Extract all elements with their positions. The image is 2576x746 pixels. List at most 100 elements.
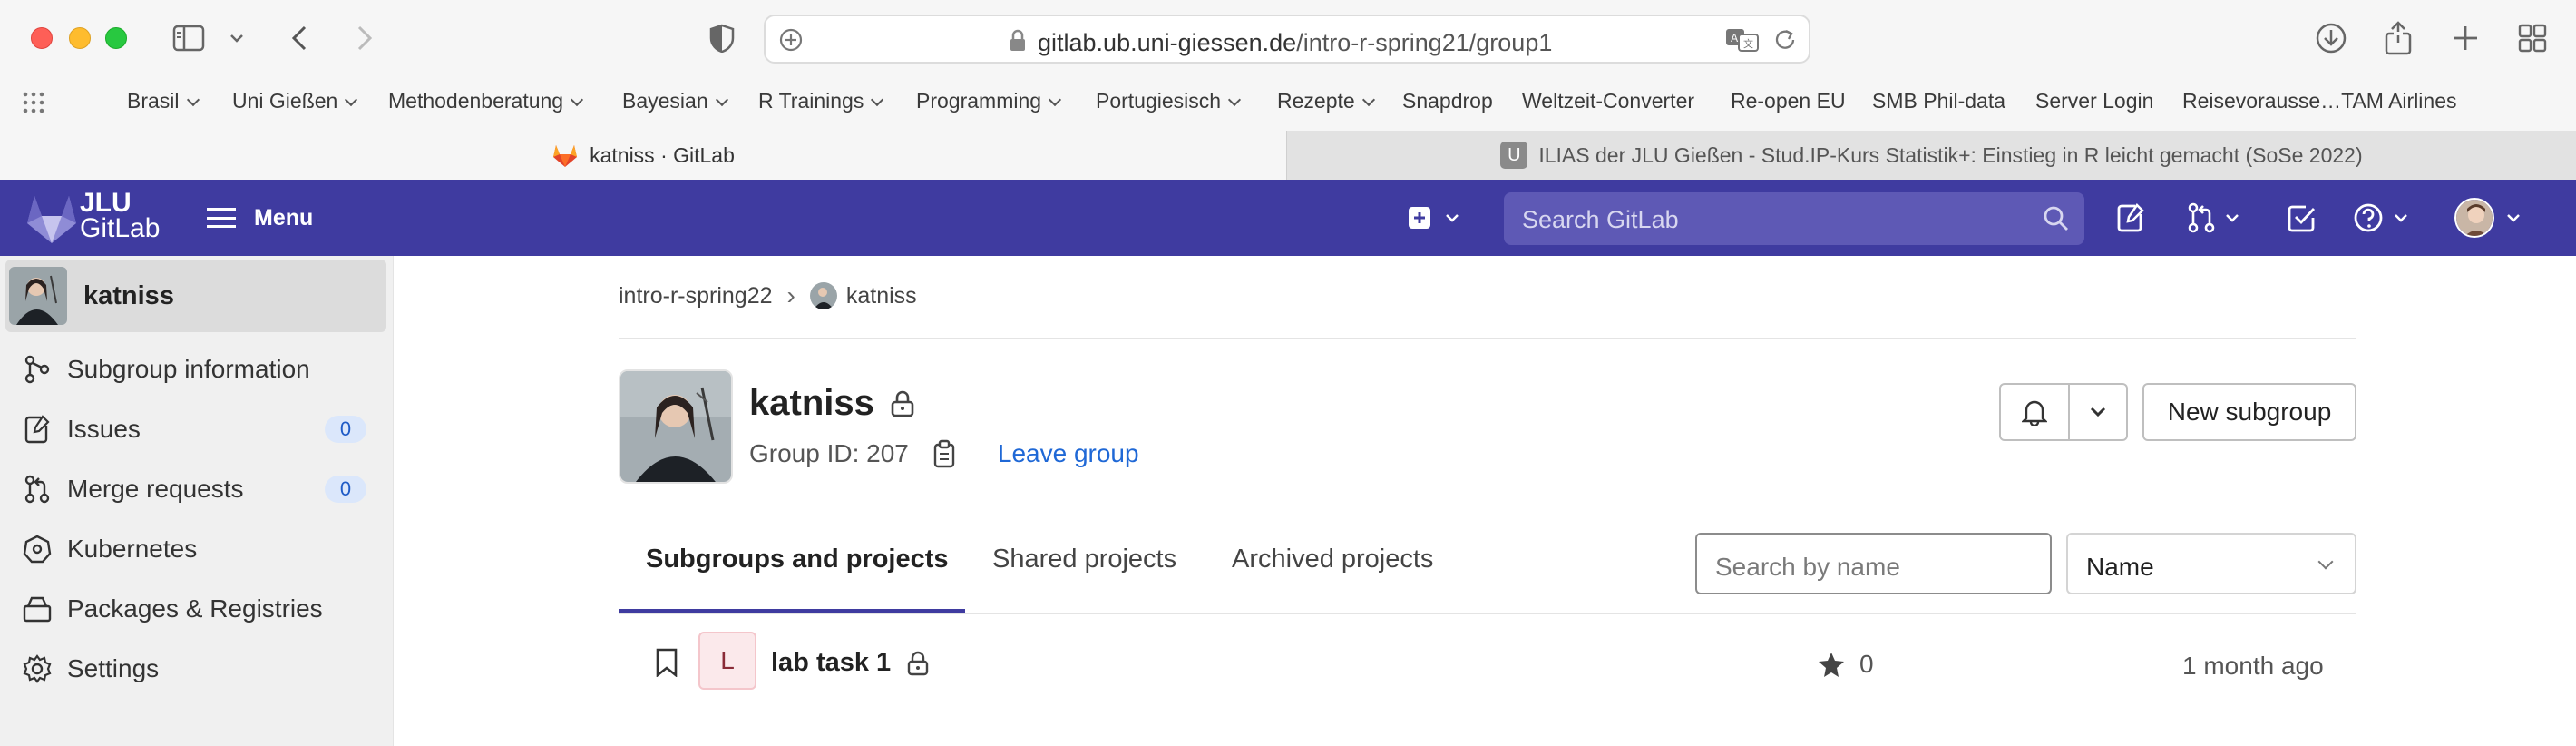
chevron-down-icon [2507, 214, 2520, 222]
sidebar-item-subgroup-information[interactable]: Subgroup information [0, 341, 394, 398]
address-bar[interactable]: gitlab.ub.uni-giessen.de/intro-r-spring2… [764, 15, 1810, 64]
sidebar-menu-chevron-icon[interactable] [223, 18, 250, 58]
tab-gitlab[interactable]: katniss · GitLab [0, 131, 1286, 180]
reload-icon[interactable] [1772, 27, 1798, 57]
bookmark-r-trainings[interactable]: R Trainings [758, 89, 884, 113]
search-gitlab-input[interactable]: Search GitLab [1504, 192, 2084, 245]
chevron-down-icon [2395, 214, 2407, 222]
privacy-shield-icon[interactable] [706, 18, 738, 58]
sidebar-item-settings[interactable]: Settings [0, 641, 394, 697]
bookmark-bayesian[interactable]: Bayesian [622, 89, 728, 113]
subgroup-icon [22, 354, 53, 385]
window-minimize-button[interactable] [69, 27, 91, 49]
back-icon[interactable] [283, 18, 316, 58]
star-icon [1819, 653, 1844, 677]
new-subgroup-button[interactable]: New subgroup [2142, 383, 2356, 441]
group-avatar-large [619, 369, 733, 484]
breadcrumb: intro-r-spring22 › katniss [619, 281, 917, 310]
gitlab-header: JLU GitLab Menu Search GitLab [0, 180, 2576, 256]
project-name-link[interactable]: lab task 1 [771, 648, 929, 678]
sidebar-item-merge-requests[interactable]: Merge requests 0 [0, 461, 394, 517]
copy-id-icon[interactable] [932, 439, 958, 468]
bookmark-reisevoraussetzungen[interactable]: Reisevorausse…TAM Airlines [2182, 89, 2457, 113]
group-meta: Group ID: 207 Leave group [749, 439, 1139, 468]
chevron-down-icon [871, 93, 884, 107]
new-tab-icon[interactable] [2445, 18, 2485, 58]
user-avatar [2454, 198, 2494, 238]
forward-icon[interactable] [348, 18, 381, 58]
todos-header-icon[interactable] [2288, 200, 2317, 236]
sidebar-item-issues[interactable]: Issues 0 [0, 401, 394, 457]
project-stars: 0 [1818, 650, 1874, 679]
project-avatar: L [698, 632, 756, 690]
sidebar-item-packages-registries[interactable]: Packages & Registries [0, 581, 394, 637]
issues-header-icon[interactable] [2117, 200, 2144, 236]
group-avatar [9, 267, 67, 325]
chevron-down-icon [715, 93, 728, 107]
bookmark-methodenberatung[interactable]: Methodenberatung [388, 89, 584, 113]
window-maximize-button[interactable] [105, 27, 127, 49]
downloads-icon[interactable] [2311, 18, 2351, 58]
tab-shared-projects[interactable]: Shared projects [992, 545, 1176, 574]
chevron-down-icon [2317, 554, 2334, 570]
issues-count-badge: 0 [325, 416, 366, 443]
breadcrumb-parent-link[interactable]: intro-r-spring22 [619, 283, 773, 309]
chevron-down-icon [345, 93, 358, 107]
sidebar-group-header[interactable]: katniss [5, 260, 386, 332]
share-icon[interactable] [2378, 18, 2418, 58]
notification-settings-button[interactable] [1999, 383, 2128, 441]
bookmark-snapdrop[interactable]: Snapdrop [1402, 89, 1493, 113]
bookmark-server-login[interactable]: Server Login [2035, 89, 2153, 113]
menu-button[interactable]: Menu [207, 200, 313, 236]
search-by-name-input[interactable]: Search by name [1695, 533, 2052, 594]
merge-requests-header-button[interactable] [2188, 200, 2240, 236]
search-icon [2044, 206, 2068, 231]
group-title: katniss [749, 383, 914, 424]
bookmark-brasil[interactable]: Brasil [127, 89, 200, 113]
lock-icon [891, 390, 914, 417]
tab-overview-icon[interactable] [2513, 18, 2552, 58]
logo-text[interactable]: JLU GitLab [80, 190, 160, 242]
help-header-button[interactable] [2353, 200, 2409, 236]
new-dropdown-button[interactable] [1408, 200, 1460, 236]
bookmarks-bar: Brasil Uni Gießen Methodenberatung Bayes… [0, 82, 2576, 123]
breadcrumb-avatar [809, 282, 837, 309]
bookmark-programming[interactable]: Programming [916, 89, 1062, 113]
sort-select[interactable]: Name [2066, 533, 2356, 594]
bookmark-smb-phil-data[interactable]: SMB Phil-data [1872, 89, 2005, 113]
bookmark-rezepte[interactable]: Rezepte [1277, 89, 1375, 113]
tabs-divider [619, 613, 2356, 614]
bookmark-icon[interactable] [655, 648, 678, 682]
chevron-down-icon [1228, 93, 1242, 107]
chevron-down-icon [1361, 93, 1375, 107]
tab-label: katniss · GitLab [590, 142, 735, 167]
bookmark-weltzeit-converter[interactable]: Weltzeit-Converter [1522, 89, 1694, 113]
window-close-button[interactable] [31, 27, 53, 49]
apps-grid-icon[interactable] [22, 91, 45, 119]
site-settings-icon[interactable] [778, 27, 804, 57]
tab-subgroups-and-projects[interactable]: Subgroups and projects [646, 545, 949, 574]
breadcrumb-current-link[interactable]: katniss [846, 283, 917, 309]
browser-chrome: gitlab.ub.uni-giessen.de/intro-r-spring2… [0, 0, 2576, 180]
merge-request-icon [2188, 202, 2215, 233]
bookmark-portugiesisch[interactable]: Portugiesisch [1096, 89, 1242, 113]
chevron-down-icon[interactable] [2070, 385, 2126, 439]
bookmark-re-open-eu[interactable]: Re-open EU [1731, 89, 1846, 113]
leave-group-link[interactable]: Leave group [998, 439, 1139, 468]
gitlab-favicon-icon [551, 142, 579, 168]
tab-archived-projects[interactable]: Archived projects [1232, 545, 1433, 574]
sidebar-toggle-icon[interactable] [169, 18, 209, 58]
tab-ilias[interactable]: U ILIAS der JLU Gießen - Stud.IP-Kurs St… [1286, 131, 2576, 180]
jlu-gitlab-logo-icon[interactable] [24, 191, 80, 250]
plus-square-icon [1409, 207, 1430, 229]
lock-icon [1009, 29, 1027, 57]
bookmark-uni-giessen[interactable]: Uni Gießen [232, 89, 358, 113]
issues-icon [22, 414, 53, 445]
sidebar-item-kubernetes[interactable]: Kubernetes [0, 521, 394, 577]
translate-icon[interactable]: A文 [1725, 27, 1760, 57]
tab-label: ILIAS der JLU Gießen - Stud.IP-Kurs Stat… [1538, 142, 2363, 167]
chevron-right-icon: › [786, 281, 795, 309]
chevron-down-icon [1446, 214, 1459, 222]
bell-icon[interactable] [2001, 385, 2070, 439]
user-menu-button[interactable] [2454, 198, 2522, 238]
